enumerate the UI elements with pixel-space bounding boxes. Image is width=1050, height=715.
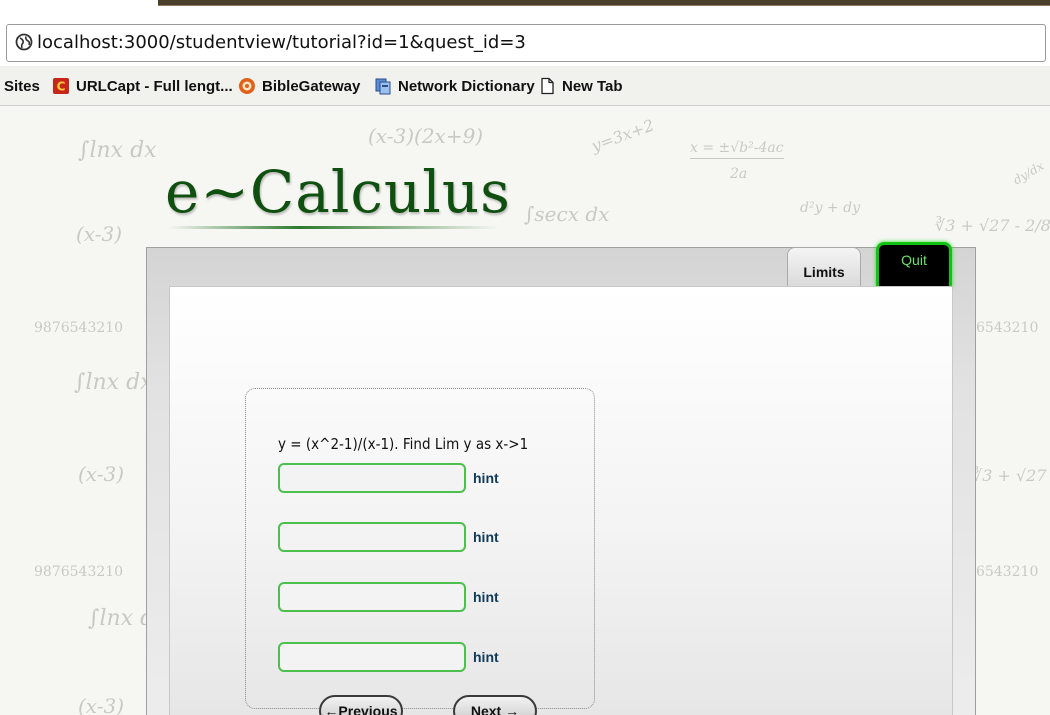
- doodle-linear: y=3x+2: [588, 115, 657, 156]
- network-dictionary-icon: [375, 78, 391, 95]
- doodle-derivative: d²y + dy: [800, 200, 860, 216]
- doodle-dydx: dy/dx: [1010, 158, 1047, 188]
- globe-icon: [15, 33, 33, 51]
- bookmark-biblegateway[interactable]: BibleGateway: [238, 75, 360, 97]
- hint-link-2[interactable]: hint: [473, 529, 499, 545]
- bookmark-label: New Tab: [562, 77, 623, 95]
- bookmark-network-dictionary[interactable]: Network Dictionary: [374, 75, 535, 97]
- tab-quit-label: Quit: [901, 252, 927, 268]
- window-top-strip: [0, 0, 1050, 22]
- answer-input-4[interactable]: [278, 642, 466, 672]
- previous-button[interactable]: ←Previous: [319, 695, 403, 715]
- doodle-integral: ∫lnx dx: [78, 138, 157, 163]
- answer-input-1[interactable]: [278, 463, 466, 493]
- page-background: ∫lnx dx (x-3)(2x+9) y=3x+2 x = ±√b²-4ac …: [0, 106, 1050, 715]
- doodle-binomial-2: (x-3): [78, 462, 125, 486]
- doodle-digits: 9876543210: [34, 320, 124, 336]
- bookmark-sites[interactable]: Sites: [4, 75, 40, 97]
- bookmark-new-tab[interactable]: New Tab: [538, 75, 623, 97]
- bookmark-label: Network Dictionary: [398, 77, 535, 95]
- biblegateway-icon: [239, 78, 255, 94]
- bookmark-label: Sites: [4, 77, 40, 95]
- logo-underline: [168, 226, 498, 229]
- doodle-digits-right-2: 6543210: [976, 564, 1039, 580]
- bookmark-label: BibleGateway: [262, 77, 361, 95]
- hint-link-1[interactable]: hint: [473, 470, 499, 486]
- doodle-quadratic: x = ±√b²-4ac: [690, 140, 784, 159]
- bookmarks-bar: Sites C URLCapt - Full lengt... BibleGat…: [0, 66, 1050, 106]
- bookmark-label: URLCapt - Full lengt...: [76, 77, 233, 95]
- answer-input-2[interactable]: [278, 522, 466, 552]
- doodle-digits-2: 9876543210: [34, 564, 124, 580]
- doodle-denominator: 2a: [730, 166, 748, 182]
- address-bar[interactable]: localhost:3000/studentview/tutorial?id=1…: [6, 24, 1046, 62]
- window-frame-edge: [158, 0, 1050, 6]
- doodle-secant: ∫secx dx: [524, 202, 610, 226]
- doodle-roots: ∛3 + √27 - 2/8: [935, 216, 1050, 235]
- doodle-roots-2: ∛3 + √27 - 2/8: [972, 466, 1050, 485]
- page-icon: [541, 77, 554, 95]
- next-button[interactable]: Next →: [453, 695, 537, 715]
- svg-text:C: C: [57, 80, 66, 94]
- doodle-integral-2: ∫lnx dx: [74, 370, 153, 395]
- bookmark-urlcapt[interactable]: C URLCapt - Full lengt...: [52, 75, 233, 97]
- question-text: y = (x^2-1)/(x-1). Find Lim y as x->1: [278, 435, 529, 453]
- doodle-digits-right: 6543210: [976, 320, 1039, 336]
- tab-limits-label: Limits: [803, 264, 845, 280]
- tab-quit[interactable]: Quit: [876, 242, 952, 288]
- doodle-binomial: (x-3): [76, 222, 123, 246]
- url-text[interactable]: localhost:3000/studentview/tutorial?id=1…: [37, 32, 526, 53]
- urlcapt-icon: C: [53, 78, 69, 94]
- content-panel: Limits Quit y = (x^2-1)/(x-1). Find Lim …: [146, 242, 976, 715]
- doodle-binomial-3: (x-3): [78, 694, 125, 715]
- hint-link-4[interactable]: hint: [473, 649, 499, 665]
- site-logo[interactable]: e~Calculus: [165, 158, 511, 226]
- question-box: y = (x^2-1)/(x-1). Find Lim y as x->1 hi…: [245, 388, 595, 715]
- tutorial-area: y = (x^2-1)/(x-1). Find Lim y as x->1 hi…: [169, 286, 953, 715]
- hint-link-3[interactable]: hint: [473, 589, 499, 605]
- answer-input-3[interactable]: [278, 582, 466, 612]
- doodle-factors: (x-3)(2x+9): [368, 124, 484, 148]
